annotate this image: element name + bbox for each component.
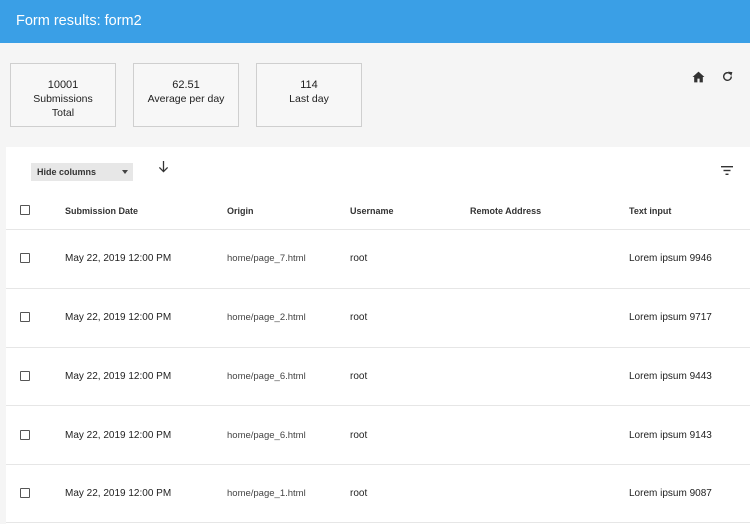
header-text-input[interactable]: Text input <box>629 206 671 216</box>
stat-value: 10001 <box>47 79 79 91</box>
header-submission-date[interactable]: Submission Date <box>65 206 138 216</box>
divider <box>6 229 750 230</box>
hide-columns-label: Hide columns <box>37 167 97 177</box>
cell-date: May 22, 2019 12:00 PM <box>65 430 172 441</box>
cell-origin: home/page_1.html <box>227 488 306 499</box>
header-username[interactable]: Username <box>350 206 394 216</box>
cell-username: root <box>350 430 368 441</box>
stat-label: Submissions <box>33 93 93 105</box>
stat-sublabel: Total <box>51 107 75 119</box>
cell-date: May 22, 2019 12:00 PM <box>65 371 172 382</box>
cell-origin: home/page_2.html <box>227 312 306 323</box>
stat-label: Last day <box>289 93 329 105</box>
home-icon[interactable] <box>692 71 705 83</box>
stat-value: 62.51 <box>172 79 200 91</box>
cell-text-input: Lorem ipsum 9087 <box>629 488 712 499</box>
refresh-icon[interactable] <box>721 70 734 83</box>
stat-card-average: 62.51 Average per day <box>133 63 239 127</box>
cell-text-input: Lorem ipsum 9443 <box>629 371 712 382</box>
row-divider <box>6 464 750 465</box>
cell-origin: home/page_6.html <box>227 430 306 441</box>
row-checkbox[interactable] <box>20 430 30 440</box>
results-panel <box>6 147 750 524</box>
cell-date: May 22, 2019 12:00 PM <box>65 253 172 264</box>
cell-username: root <box>350 312 368 323</box>
row-divider <box>6 288 750 289</box>
stat-card-submissions: 10001 Submissions Total <box>10 63 116 127</box>
row-divider <box>6 405 750 406</box>
cell-username: root <box>350 371 368 382</box>
header-origin[interactable]: Origin <box>227 206 254 216</box>
row-divider <box>6 347 750 348</box>
header-remote-address[interactable]: Remote Address <box>470 206 541 216</box>
cell-username: root <box>350 488 368 499</box>
row-checkbox[interactable] <box>20 253 30 263</box>
cell-text-input: Lorem ipsum 9946 <box>629 253 712 264</box>
row-checkbox[interactable] <box>20 312 30 322</box>
filter-icon[interactable] <box>721 166 733 175</box>
cell-date: May 22, 2019 12:00 PM <box>65 312 172 323</box>
hide-columns-select[interactable]: Hide columns <box>31 163 133 181</box>
stat-card-last-day: 114 Last day <box>256 63 362 127</box>
stat-label: Average per day <box>147 93 225 105</box>
cell-text-input: Lorem ipsum 9717 <box>629 312 712 323</box>
select-all-checkbox[interactable] <box>20 205 30 215</box>
cell-date: May 22, 2019 12:00 PM <box>65 488 172 499</box>
arrow-down-icon[interactable] <box>158 161 169 173</box>
stat-value: 114 <box>300 79 318 91</box>
app-bar: Form results: form2 <box>0 0 750 43</box>
page-title: Form results: form2 <box>16 13 142 29</box>
row-divider <box>6 522 750 523</box>
cell-origin: home/page_6.html <box>227 371 306 382</box>
cell-origin: home/page_7.html <box>227 253 306 264</box>
row-checkbox[interactable] <box>20 371 30 381</box>
cell-username: root <box>350 253 368 264</box>
cell-text-input: Lorem ipsum 9143 <box>629 430 712 441</box>
chevron-down-icon <box>122 170 128 174</box>
row-checkbox[interactable] <box>20 488 30 498</box>
